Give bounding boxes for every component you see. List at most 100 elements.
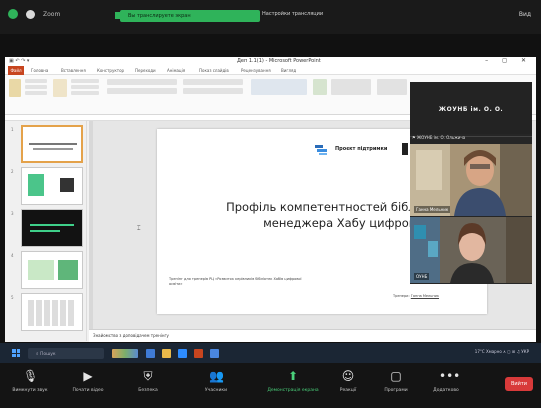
meeting-label: Zoom bbox=[43, 10, 61, 18]
taskview-icon[interactable] bbox=[146, 349, 155, 358]
participants-icon: 👥 bbox=[209, 369, 224, 383]
security-button[interactable]: ⛨ Безпека bbox=[122, 369, 174, 405]
ribbon-cut-icon[interactable] bbox=[25, 79, 47, 83]
paste-icon[interactable] bbox=[9, 79, 21, 97]
quick-styles-icon[interactable] bbox=[331, 79, 371, 95]
shape-fill-icon[interactable] bbox=[377, 79, 407, 95]
apps-icon: ▢ bbox=[390, 369, 402, 383]
system-tray[interactable]: 17°C Хмарно ∧ ◻ ⊞ ♫ УКР bbox=[475, 349, 529, 354]
video-tile-2-label: ОУНБ bbox=[414, 273, 430, 280]
tab-slideshow[interactable]: Показ слайдів bbox=[199, 68, 229, 73]
taskbar-search-input[interactable]: ⌕ Пошук bbox=[28, 348, 104, 359]
taskbar-widget-icon[interactable] bbox=[112, 349, 138, 358]
trainer-name: Ганна Мельник bbox=[410, 294, 440, 298]
tab-transitions[interactable]: Переходи bbox=[135, 68, 156, 73]
share-screen-icon: ⬆ bbox=[287, 369, 299, 383]
share-screen-label: Демонстрація екрана bbox=[267, 388, 319, 393]
tab-insert[interactable]: Вставлення bbox=[61, 68, 86, 73]
thumb-num: 1 bbox=[11, 127, 14, 132]
paragraph-icons[interactable] bbox=[183, 79, 243, 85]
file-explorer-icon[interactable] bbox=[162, 349, 171, 358]
window-title: Деп 1.1(1) - Microsoft PowerPoint bbox=[237, 58, 321, 64]
participant-name-tile[interactable]: ЖОУНБ ім. О. О. bbox=[410, 82, 532, 134]
mute-label: Вимкнути звук bbox=[12, 388, 48, 393]
mic-icon: 🎙 bbox=[23, 369, 39, 383]
slide-dark-tab bbox=[402, 143, 408, 155]
reactions-icon: ☺ bbox=[341, 369, 355, 383]
thumbnail-slide-1[interactable] bbox=[21, 125, 83, 163]
thumbnail-slide-5[interactable] bbox=[21, 293, 83, 331]
tab-home[interactable]: Головна bbox=[31, 68, 48, 73]
shapes-gallery[interactable] bbox=[251, 79, 307, 95]
thumb-num: 4 bbox=[11, 253, 14, 258]
font-selector[interactable] bbox=[107, 79, 177, 85]
align-icons[interactable] bbox=[183, 88, 243, 94]
zoom-toolbar: 🎙 Вимкнути звук ▶ Почати відео ⛨ Безпека… bbox=[0, 363, 541, 408]
video-label: Почати відео bbox=[72, 388, 104, 393]
security-label: Безпека bbox=[138, 388, 158, 393]
video-tile-2[interactable]: ОУНБ bbox=[410, 217, 532, 283]
participants-video-panel: ЖОУНБ ім. О. О. ⚑ ЖОУНБ ім. О. Ольжича Г… bbox=[410, 82, 532, 284]
mute-button[interactable]: 🎙 Вимкнути звук bbox=[4, 369, 56, 405]
video-button[interactable]: ▶ Почати відео bbox=[62, 369, 114, 405]
quick-access-toolbar[interactable]: ▣ ↶ ↷ ▾ bbox=[9, 58, 29, 64]
view-button[interactable]: Вид bbox=[519, 11, 531, 18]
window-controls[interactable]: – ◻ ✕ bbox=[485, 57, 532, 64]
zoom-top-bar: Zoom Вы транслируете экран Настройки тра… bbox=[0, 0, 541, 34]
ppt-title-bar: ▣ ↶ ↷ ▾ Деп 1.1(1) - Microsoft PowerPoin… bbox=[5, 57, 536, 66]
share-screen-button[interactable]: ⬆ Демонстрація екрана bbox=[262, 369, 324, 405]
browser-app-icon[interactable] bbox=[210, 349, 219, 358]
video-tile-1-label: Ганна Мельник bbox=[414, 206, 451, 213]
tab-view[interactable]: Вигляд bbox=[281, 68, 296, 73]
apps-button[interactable]: ▢ Програми bbox=[370, 369, 422, 405]
slide-thumbnails: 1 2 3 4 5 bbox=[9, 121, 87, 341]
font-format-icons[interactable] bbox=[107, 88, 177, 94]
zoom-top-left: Zoom bbox=[8, 9, 60, 19]
participants-label: Учасники bbox=[204, 388, 228, 393]
slide-small-text[interactable]: Тренінг для тренерів РЦ «Розвиток керівн… bbox=[169, 277, 309, 287]
thumb-num: 2 bbox=[11, 169, 14, 174]
tab-animations[interactable]: Анімація bbox=[167, 68, 185, 73]
notes-pane[interactable]: Знайомство з доповідачем тренінгу bbox=[89, 329, 536, 342]
apps-label: Програми bbox=[384, 388, 408, 393]
reactions-label: Реакції bbox=[339, 388, 357, 393]
settings-dot-icon[interactable] bbox=[26, 9, 35, 19]
screen: Zoom Вы транслируете экран Настройки тра… bbox=[0, 0, 541, 408]
share-banner[interactable]: Вы транслируете экран bbox=[120, 10, 260, 22]
new-slide-icon[interactable] bbox=[53, 79, 67, 97]
thumbnail-slide-2[interactable] bbox=[21, 167, 83, 205]
pin-label: ЖОУНБ ім. О. Ольжича bbox=[416, 135, 466, 140]
end-meeting-button[interactable]: Вийти bbox=[505, 377, 533, 391]
share-settings-button[interactable]: Настройки трансляции bbox=[262, 11, 323, 17]
participants-button[interactable]: 👥 Учасники bbox=[190, 369, 242, 405]
windows-start-icon[interactable] bbox=[12, 349, 20, 357]
windows-taskbar: ⌕ Пошук 17°C Хмарно ∧ ◻ ⊞ ♫ УКР bbox=[0, 343, 541, 363]
reactions-button[interactable]: ☺ Реакції bbox=[322, 369, 374, 405]
arrange-icon[interactable] bbox=[313, 79, 327, 95]
status-dot-icon bbox=[8, 9, 18, 19]
thumbnail-slide-3[interactable] bbox=[21, 209, 83, 247]
powerpoint-app-icon[interactable] bbox=[194, 349, 203, 358]
slide-trainer-text[interactable]: Тренери: Ганна Мельник bbox=[393, 294, 439, 298]
video-icon: ▶ bbox=[83, 369, 93, 383]
tab-file[interactable]: Файл bbox=[8, 66, 24, 75]
more-button[interactable]: ••• Додатково bbox=[420, 369, 472, 405]
reset-icon[interactable] bbox=[71, 85, 99, 89]
search-placeholder: Пошук bbox=[39, 352, 56, 357]
layout-icon[interactable] bbox=[71, 79, 99, 83]
thumbnail-slide-4[interactable] bbox=[21, 251, 83, 289]
tab-review[interactable]: Рецензування bbox=[241, 68, 271, 73]
zoom-app-icon[interactable] bbox=[178, 349, 187, 358]
tab-design[interactable]: Конструктор bbox=[97, 68, 124, 73]
shield-icon: ⛨ bbox=[143, 369, 153, 383]
pinned-participant-label[interactable]: ⚑ ЖОУНБ ім. О. Ольжича bbox=[412, 135, 530, 143]
thumb-num: 3 bbox=[11, 211, 14, 216]
section-icon[interactable] bbox=[71, 91, 99, 95]
ribbon-copy-icon[interactable] bbox=[25, 85, 47, 89]
project-label: Проєкт підтримки bbox=[335, 146, 388, 152]
video-tile-1[interactable]: Ганна Мельник bbox=[410, 144, 532, 216]
thumb-num: 5 bbox=[11, 295, 14, 300]
cursor-icon: ⌶ bbox=[137, 225, 141, 232]
ribbon-format-icon[interactable] bbox=[25, 91, 47, 95]
vertical-ruler bbox=[89, 121, 93, 329]
